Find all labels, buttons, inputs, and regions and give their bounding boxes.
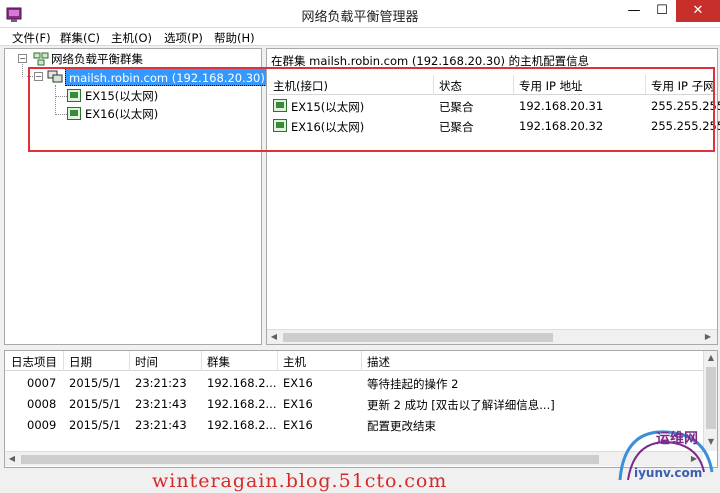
watermark-text: winteragain.blog.51cto.com [152, 470, 448, 492]
scroll-left-arrow[interactable]: ◀ [5, 452, 19, 466]
log-id-cell: 0009 [27, 418, 57, 432]
column-divider[interactable] [433, 75, 434, 95]
column-divider[interactable] [513, 75, 514, 95]
host-row[interactable]: EX16(以太网) 已聚合 192.168.20.32 255.255.255 [269, 116, 720, 136]
menu-help[interactable]: 帮助(H) [214, 30, 255, 46]
log-time-cell: 23:21:43 [135, 397, 187, 411]
log-row[interactable]: 0009 2015/5/1 23:21:43 192.168.2... EX16… [5, 415, 705, 436]
scroll-right-arrow[interactable]: ▶ [701, 330, 715, 344]
collapse-toggle[interactable]: − [34, 72, 43, 81]
host-config-panel: 在群集 mailsh.robin.com (192.168.20.30) 的主机… [266, 48, 720, 345]
column-header-log-entry[interactable]: 日志项目 [11, 354, 57, 370]
host-table-header: 主机(接口) 状态 专用 IP 地址 专用 IP 子网 [269, 75, 717, 95]
window-title: 网络负载平衡管理器 [301, 10, 419, 25]
host-icon [67, 107, 81, 120]
column-divider[interactable] [277, 351, 278, 371]
host-icon [273, 99, 287, 112]
column-header-host[interactable]: 主机 [283, 354, 306, 370]
log-description-cell: 更新 2 成功 [双击以了解详细信息...] [367, 398, 555, 412]
host-icon [67, 89, 81, 102]
log-date-cell: 2015/5/1 [69, 397, 121, 411]
log-date-cell: 2015/5/1 [69, 376, 121, 390]
cluster-group-icon [33, 52, 49, 66]
log-hscrollbar[interactable]: ◀ ▶ [5, 451, 703, 466]
host-row[interactable]: EX15(以太网) 已聚合 192.168.20.31 255.255.255 [269, 96, 720, 116]
status-cell: 已聚合 [439, 100, 474, 114]
log-host-cell: EX16 [283, 418, 313, 432]
log-cluster-cell: 192.168.2... [207, 418, 277, 432]
log-id-cell: 0008 [27, 397, 57, 411]
log-id-cell: 0007 [27, 376, 57, 390]
host-cell: EX16(以太网) [291, 120, 365, 134]
ip-cell: 192.168.20.32 [519, 119, 604, 133]
log-time-cell: 23:21:23 [135, 376, 187, 390]
cluster-icon [47, 70, 63, 83]
menu-file[interactable]: 文件(F) [12, 30, 51, 46]
scroll-thumb[interactable] [283, 333, 553, 342]
minimize-button[interactable]: — [620, 0, 648, 22]
column-divider[interactable] [63, 351, 64, 371]
cluster-tree: − 网络负载平衡群集 − mailsh.robin.com (192.168.2… [4, 48, 269, 345]
tree-host-label: EX16(以太网) [85, 107, 159, 121]
column-divider[interactable] [645, 75, 646, 95]
log-panel: 日志项目 日期 时间 群集 主机 描述 0007 2015/5/1 23:21:… [4, 350, 718, 468]
column-header-description[interactable]: 描述 [367, 354, 390, 370]
log-host-cell: EX16 [283, 376, 313, 390]
logo-text: 运维网 [656, 431, 698, 447]
log-cluster-cell: 192.168.2... [207, 397, 277, 411]
column-header-subnet[interactable]: 专用 IP 子网 [651, 78, 715, 94]
log-description-cell: 配置更改结束 [367, 419, 436, 433]
log-time-cell: 23:21:43 [135, 418, 187, 432]
column-header-host[interactable]: 主机(接口) [273, 78, 328, 94]
log-host-cell: EX16 [283, 397, 313, 411]
column-header-time[interactable]: 时间 [135, 354, 158, 370]
column-divider[interactable] [129, 351, 130, 371]
log-row[interactable]: 0008 2015/5/1 23:21:43 192.168.2... EX16… [5, 394, 705, 415]
log-description-cell: 等待挂起的操作 2 [367, 377, 459, 391]
scroll-up-arrow[interactable]: ▲ [704, 351, 717, 365]
logo-domain: iyunv.com [634, 466, 703, 480]
tree-connector [22, 61, 23, 77]
menu-cluster[interactable]: 群集(C) [60, 30, 100, 46]
log-row[interactable]: 0007 2015/5/1 23:21:23 192.168.2... EX16… [5, 373, 705, 394]
tree-connector [55, 85, 56, 115]
column-header-ip[interactable]: 专用 IP 地址 [519, 78, 583, 94]
log-date-cell: 2015/5/1 [69, 418, 121, 432]
menu-host[interactable]: 主机(O) [111, 30, 152, 46]
menu-bar: 文件(F) 群集(C) 主机(O) 选项(P) 帮助(H) [0, 28, 720, 46]
close-button[interactable]: ✕ [676, 0, 720, 22]
column-header-date[interactable]: 日期 [69, 354, 92, 370]
cluster-info-label: 在群集 mailsh.robin.com (192.168.20.30) 的主机… [271, 54, 590, 68]
scroll-thumb[interactable] [21, 455, 599, 464]
maximize-button[interactable]: ☐ [648, 0, 676, 22]
log-table-header: 日志项目 日期 时间 群集 主机 描述 [5, 351, 705, 371]
column-header-cluster[interactable]: 群集 [207, 354, 230, 370]
column-divider[interactable] [201, 351, 202, 371]
tree-host-label: EX15(以太网) [85, 89, 159, 103]
log-cluster-cell: 192.168.2... [207, 376, 277, 390]
host-icon [273, 119, 287, 132]
subnet-cell: 255.255.255 [651, 99, 720, 113]
ip-cell: 192.168.20.31 [519, 99, 604, 113]
host-cell: EX15(以太网) [291, 100, 365, 114]
collapse-toggle[interactable]: − [18, 54, 27, 63]
status-cell: 已聚合 [439, 120, 474, 134]
title-bar: 网络负载平衡管理器 — ☐ ✕ [0, 0, 720, 28]
tree-connector [55, 114, 67, 115]
host-table-hscrollbar[interactable]: ◀ ▶ [267, 329, 717, 344]
scroll-left-arrow[interactable]: ◀ [267, 330, 281, 344]
tree-connector [55, 96, 67, 97]
column-divider[interactable] [361, 351, 362, 371]
tree-root-label: 网络负载平衡群集 [51, 52, 143, 66]
subnet-cell: 255.255.255 [651, 119, 720, 133]
tree-item-cluster-label: mailsh.robin.com (192.168.20.30) [65, 68, 269, 86]
column-header-status[interactable]: 状态 [439, 78, 462, 94]
menu-options[interactable]: 选项(P) [164, 30, 203, 46]
